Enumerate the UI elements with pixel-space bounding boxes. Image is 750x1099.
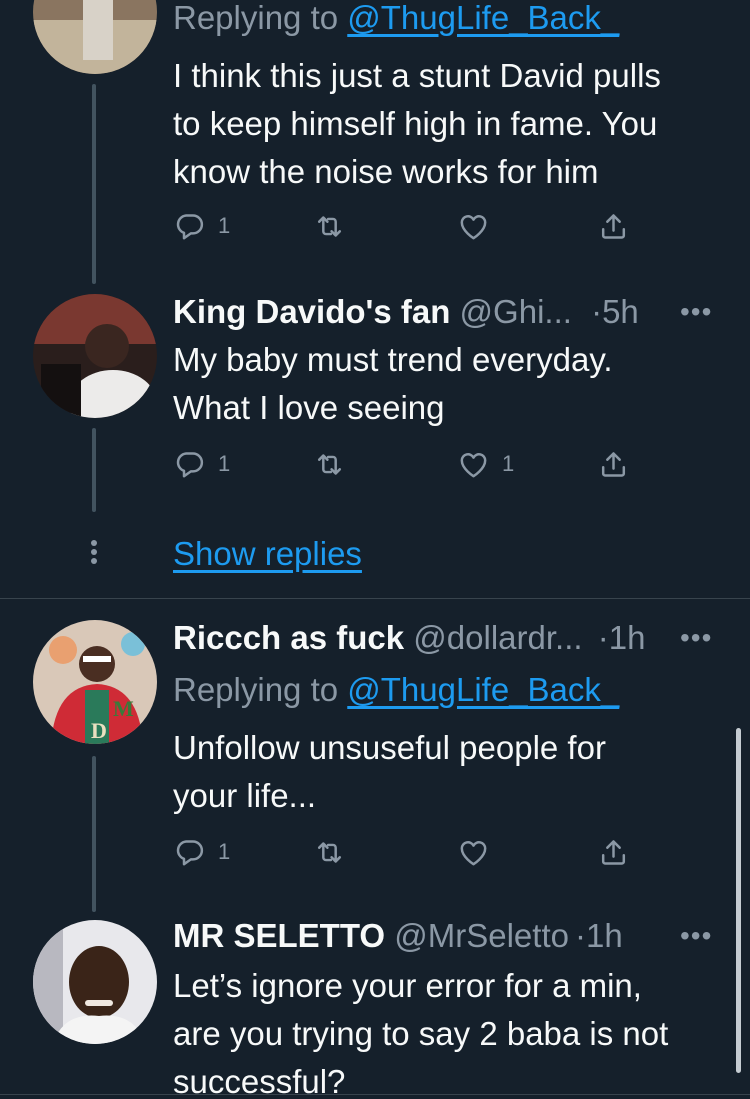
retweet-button[interactable] bbox=[313, 832, 346, 872]
heart-icon bbox=[457, 448, 490, 481]
thread-line bbox=[92, 756, 96, 912]
replying-to: Replying to @ThugLife_Back_ bbox=[173, 671, 620, 708]
reply-button[interactable]: 1 bbox=[173, 832, 230, 872]
avatar[interactable] bbox=[33, 0, 157, 74]
svg-text:M: M bbox=[113, 696, 134, 721]
avatar[interactable]: M D bbox=[33, 620, 157, 744]
separator: · bbox=[574, 917, 586, 954]
display-name[interactable]: MR SELETTO bbox=[173, 917, 385, 954]
reply-icon bbox=[173, 210, 206, 243]
avatar[interactable] bbox=[33, 294, 157, 418]
divider bbox=[0, 598, 750, 599]
retweet-icon bbox=[313, 448, 346, 481]
show-replies-link[interactable]: Show replies bbox=[173, 532, 362, 576]
share-button[interactable] bbox=[597, 206, 630, 246]
tweet-text: My baby must trend everyday. What I love… bbox=[173, 341, 613, 426]
heart-icon bbox=[457, 210, 490, 243]
reply-icon bbox=[173, 448, 206, 481]
replying-to: Replying to @ThugLife_Back_ bbox=[173, 0, 620, 36]
retweet-button[interactable] bbox=[313, 206, 346, 246]
more-icon[interactable]: ••• bbox=[680, 296, 712, 328]
divider bbox=[0, 1094, 750, 1095]
mention-link[interactable]: @ThugLife_Back_ bbox=[347, 0, 619, 36]
timestamp[interactable]: 1h bbox=[586, 917, 623, 954]
separator: · bbox=[591, 293, 603, 330]
scrollbar[interactable] bbox=[736, 728, 741, 1073]
retweet-button[interactable] bbox=[313, 444, 346, 484]
thread-line bbox=[92, 84, 96, 284]
tweet-header: MR SELETTO @MrSeletto ·1h bbox=[173, 914, 623, 958]
tweet-header: King Davido's fan @Ghi... ·5h bbox=[173, 290, 639, 334]
tweet-actions: 1 bbox=[173, 206, 643, 246]
retweet-icon bbox=[313, 836, 346, 869]
reply-button[interactable]: 1 bbox=[173, 444, 230, 484]
like-button[interactable] bbox=[457, 832, 502, 872]
mention-link[interactable]: @ThugLife_Back_ bbox=[347, 671, 619, 708]
tweet-actions: 1 bbox=[173, 832, 643, 872]
share-icon bbox=[597, 448, 630, 481]
reply-button[interactable]: 1 bbox=[173, 206, 230, 246]
svg-text:D: D bbox=[91, 718, 107, 743]
tweet-header: Riccch as fuck @dollardr... ·1h bbox=[173, 616, 645, 660]
heart-icon bbox=[457, 836, 490, 869]
tweet-actions: 1 1 bbox=[173, 444, 643, 484]
timestamp[interactable]: 1h bbox=[609, 619, 646, 656]
share-button[interactable] bbox=[597, 832, 630, 872]
user-handle[interactable]: @Ghi... bbox=[460, 293, 572, 330]
separator: · bbox=[597, 619, 609, 656]
tweet-thread: Replying to @ThugLife_Back_ I think this… bbox=[0, 0, 750, 1099]
tweet-text: Unfollow unsuseful people for your life.… bbox=[173, 729, 606, 814]
user-handle[interactable]: @dollardr... bbox=[413, 619, 582, 656]
more-icon[interactable]: ••• bbox=[680, 920, 712, 952]
reply-count: 1 bbox=[218, 839, 231, 864]
like-button[interactable]: 1 bbox=[457, 444, 514, 484]
like-button[interactable] bbox=[457, 206, 502, 246]
tweet-text: Let’s ignore your error for a min, are y… bbox=[173, 967, 669, 1099]
reply-icon bbox=[173, 836, 206, 869]
share-icon bbox=[597, 836, 630, 869]
display-name[interactable]: Riccch as fuck bbox=[173, 619, 404, 656]
share-icon bbox=[597, 210, 630, 243]
reply-count: 1 bbox=[218, 451, 231, 476]
avatar[interactable] bbox=[33, 920, 157, 1044]
share-button[interactable] bbox=[597, 444, 630, 484]
more-replies-dots-icon bbox=[90, 540, 98, 570]
display-name[interactable]: King Davido's fan bbox=[173, 293, 450, 330]
timestamp[interactable]: 5h bbox=[602, 293, 639, 330]
tweet-text: I think this just a stunt David pulls to… bbox=[173, 57, 661, 190]
reply-count: 1 bbox=[218, 213, 231, 238]
more-icon[interactable]: ••• bbox=[680, 622, 712, 654]
user-handle[interactable]: @MrSeletto bbox=[394, 917, 569, 954]
like-count: 1 bbox=[502, 451, 515, 476]
retweet-icon bbox=[313, 210, 346, 243]
thread-line bbox=[92, 428, 96, 512]
